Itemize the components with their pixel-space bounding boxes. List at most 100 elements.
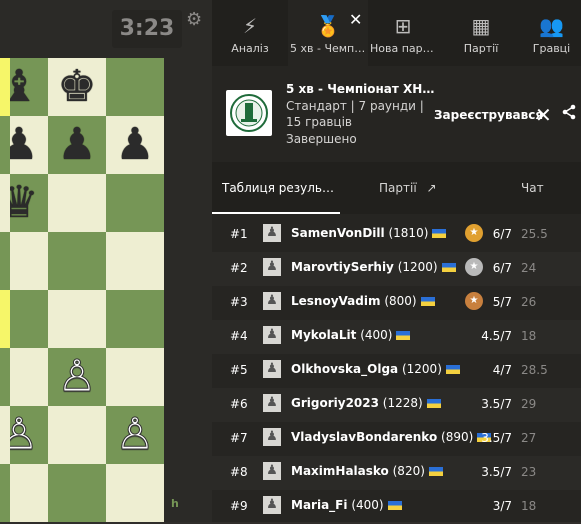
score: 6/7 — [492, 227, 512, 241]
board-square[interactable]: ♚ — [48, 58, 106, 116]
player-name[interactable]: LesnoyVadim (800) — [291, 294, 435, 308]
subtab-games-label: Партії — [379, 181, 417, 195]
tab-label: Аналіз — [231, 42, 269, 55]
ukraine-flag-icon — [428, 467, 443, 476]
board-square[interactable] — [106, 58, 164, 116]
player-name[interactable]: MaximHalasko (820) — [291, 464, 443, 478]
standings-row[interactable]: #6 ♟ Grigoriy2023 (1228) 3.5/7 29 — [212, 388, 581, 422]
standings-row[interactable]: #7 ♟ VladyslavBondarenko (890) 3.5/7 27 — [212, 422, 581, 456]
tournament-info: 5 хв - Чемпіонат ХНМУ.... Стандарт | 7 р… — [212, 66, 581, 162]
score: 5/7 — [492, 295, 512, 309]
tab-players[interactable]: 👥 Гравці — [522, 0, 581, 66]
chess-piece[interactable]: ♚ — [57, 65, 96, 109]
tab-analysis[interactable]: ⚡ Аналіз — [212, 0, 288, 66]
rank: #4 — [230, 329, 248, 343]
tab-label: Нова партія — [370, 42, 438, 55]
score: 3/7 — [492, 499, 512, 513]
ukraine-flag-icon — [396, 331, 411, 340]
player-username: SamenVonDill — [291, 226, 385, 240]
tournament-name[interactable]: 5 хв - Чемпіонат ХНМУ.... — [286, 82, 436, 96]
tiebreak: 28.5 — [521, 363, 548, 377]
avatar: ♟ — [263, 326, 281, 344]
tab-new-game[interactable]: ⊞ Нова партія — [368, 0, 438, 66]
board-square[interactable] — [106, 290, 164, 348]
close-tab-icon[interactable]: ✕ — [349, 10, 362, 29]
standings-subtabs: Таблиця результ... Партії ↗ Чат — [212, 162, 581, 214]
player-name[interactable]: MarovtiySerhiy (1200) — [291, 260, 456, 274]
standings-row[interactable]: #4 ♟ MykolaLit (400) 4.5/7 18 — [212, 320, 581, 354]
standings-row[interactable]: #2 ♟ MarovtiySerhiy (1200) ★ 6/7 24 — [212, 252, 581, 286]
board-square[interactable]: ♙ — [48, 348, 106, 406]
tiebreak: 18 — [521, 499, 537, 513]
avatar: ♟ — [263, 394, 281, 412]
board-square[interactable] — [48, 174, 106, 232]
rank: #7 — [230, 431, 248, 445]
board-icon: ▦ — [471, 14, 491, 38]
avatar: ♟ — [263, 360, 281, 378]
file-label: f — [56, 497, 61, 510]
tab-games[interactable]: ▦ Партії — [446, 0, 516, 66]
player-name[interactable]: Grigoriy2023 (1228) — [291, 396, 441, 410]
subtab-chat[interactable]: Чат — [521, 162, 561, 214]
player-name[interactable]: Maria_Fi (400) — [291, 498, 402, 512]
player-name[interactable]: SamenVonDill (1810) — [291, 226, 447, 240]
score: 3.5/7 — [481, 397, 512, 411]
chess-piece[interactable]: ♙ — [115, 412, 155, 457]
avatar: ♟ — [263, 496, 281, 514]
tiebreak: 23 — [521, 465, 537, 479]
player-username: MarovtiySerhiy — [291, 260, 394, 274]
players-icon: 👥 — [539, 14, 564, 38]
player-username: VladyslavBondarenko — [291, 430, 438, 444]
tiebreak: 27 — [521, 431, 537, 445]
close-icon[interactable]: ✕ — [535, 103, 552, 127]
board-square[interactable]: ♟ — [48, 116, 106, 174]
board-square[interactable] — [106, 232, 164, 290]
ukraine-flag-icon — [445, 365, 460, 374]
player-username: Grigoriy2023 — [291, 396, 379, 410]
board-square[interactable]: ♟ — [106, 116, 164, 174]
board-square[interactable] — [106, 348, 164, 406]
player-rating: (1200) — [401, 362, 442, 376]
chess-piece[interactable]: ♙ — [57, 354, 97, 399]
avatar: ♟ — [263, 292, 281, 310]
tab-label: Гравці — [532, 42, 571, 55]
standings-row[interactable]: #9 ♟ Maria_Fi (400) 3/7 18 — [212, 490, 581, 524]
player-name[interactable]: VladyslavBondarenko (890) — [291, 430, 492, 444]
standings-row[interactable]: #1 ♟ SamenVonDill (1810) ★ 6/7 25.5 — [212, 218, 581, 252]
subtab-results[interactable]: Таблиця результ... — [222, 162, 340, 214]
tiebreak: 24 — [521, 261, 537, 275]
standings-row[interactable]: #3 ♟ LesnoyVadim (800) ★ 5/7 26 — [212, 286, 581, 320]
board-area: 3:23 ⚙ ♝♚♟♟♟♛♙♙♙ e f g h — [0, 0, 212, 522]
tiebreak: 18 — [521, 329, 537, 343]
board-square[interactable]: ♙ — [106, 406, 164, 464]
standings-row[interactable]: #8 ♟ MaximHalasko (820) 3.5/7 23 — [212, 456, 581, 490]
rank: #5 — [230, 363, 248, 377]
plus-square-icon: ⊞ — [394, 14, 412, 38]
chess-board[interactable]: ♝ ♚ ♟ ♟ ♟ ♛ ♙ ♙ ♙ — [0, 58, 182, 522]
chess-piece[interactable]: ♟ — [115, 123, 154, 167]
board-square[interactable] — [48, 290, 106, 348]
standings-row[interactable]: #5 ♟ Olkhovska_Olga (1200) 4/7 28.5 — [212, 354, 581, 388]
tournament-logo — [226, 90, 272, 136]
chess-piece[interactable]: ♟ — [57, 123, 96, 167]
gear-icon[interactable]: ⚙ — [186, 10, 206, 30]
tab-label: Партії — [463, 42, 499, 55]
tiebreak: 29 — [521, 397, 537, 411]
board-square[interactable] — [106, 174, 164, 232]
player-username: Olkhovska_Olga — [291, 362, 399, 376]
player-rating: (1228) — [382, 396, 423, 410]
lightning-icon: ⚡ — [242, 14, 258, 38]
board-square[interactable] — [48, 232, 106, 290]
share-icon[interactable] — [561, 104, 577, 125]
player-rating: (1810) — [388, 226, 429, 240]
board-square[interactable] — [48, 406, 106, 464]
tiebreak: 26 — [521, 295, 537, 309]
avatar: ♟ — [263, 258, 281, 276]
player-clock: 3:23 — [112, 10, 182, 48]
player-name[interactable]: MykolaLit (400) — [291, 328, 411, 342]
subtab-games[interactable]: Партії ↗ — [379, 162, 459, 214]
player-rating: (400) — [360, 328, 393, 342]
registered-button[interactable]: Зареєструвався — [434, 108, 543, 122]
player-name[interactable]: Olkhovska_Olga (1200) — [291, 362, 460, 376]
player-rating: (800) — [384, 294, 417, 308]
